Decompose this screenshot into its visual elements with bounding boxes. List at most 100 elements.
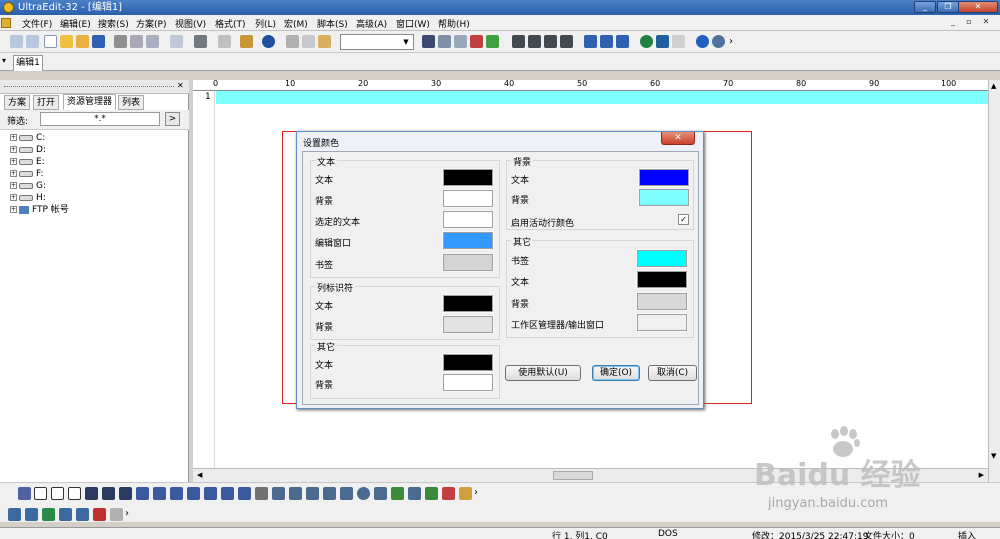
close-button[interactable]: ✕ — [958, 1, 998, 13]
right-text-swatch[interactable] — [636, 270, 688, 289]
tab-document-1[interactable]: 编辑1 — [13, 55, 43, 71]
page-setup-icon[interactable] — [146, 35, 159, 48]
mdi-restore-button[interactable]: ▫ — [962, 16, 976, 28]
tree-drive-f[interactable]: + F: — [10, 169, 44, 179]
menu-macro[interactable]: 宏(M) — [284, 17, 308, 30]
expand-icon[interactable]: + — [10, 134, 17, 141]
link-icon[interactable] — [425, 487, 438, 500]
save-icon[interactable] — [92, 35, 105, 48]
web-icon[interactable] — [640, 35, 653, 48]
selected-text-swatch[interactable] — [442, 210, 494, 229]
radio-icon[interactable] — [357, 487, 370, 500]
minimize-button[interactable]: _ — [914, 1, 936, 13]
ordered-list-icon[interactable] — [119, 487, 132, 500]
hr-icon[interactable] — [255, 487, 268, 500]
compare-icon[interactable] — [672, 35, 685, 48]
copy-icon[interactable] — [302, 35, 315, 48]
underline-icon[interactable] — [68, 487, 81, 500]
edit-window-swatch[interactable] — [442, 231, 494, 250]
macro-icon[interactable] — [93, 508, 106, 521]
list-icon[interactable] — [102, 487, 115, 500]
ftp-icon[interactable] — [656, 35, 669, 48]
anchor-icon[interactable] — [408, 487, 421, 500]
tree-drive-h[interactable]: + H: — [10, 193, 46, 203]
expand-icon[interactable]: + — [10, 206, 17, 213]
doc-icon[interactable] — [1, 18, 11, 28]
open-file-icon[interactable] — [60, 35, 73, 48]
heading5-icon[interactable] — [221, 487, 234, 500]
menu-help[interactable]: 帮助(H) — [438, 17, 470, 30]
other-text-swatch[interactable] — [442, 353, 494, 372]
expand-icon[interactable]: + — [10, 158, 17, 165]
split-icon[interactable] — [25, 508, 38, 521]
select-icon[interactable] — [374, 487, 387, 500]
function-list-icon[interactable] — [59, 508, 72, 521]
properties-icon[interactable] — [170, 35, 183, 48]
align-left-icon[interactable] — [512, 35, 525, 48]
tree-ftp-accounts[interactable]: + FTP 帐号 — [10, 205, 69, 215]
special-char-icon[interactable] — [459, 487, 472, 500]
justify-icon[interactable] — [560, 35, 573, 48]
bookmark-icon[interactable] — [240, 35, 253, 48]
workspace-icon[interactable] — [76, 508, 89, 521]
expand-icon[interactable]: + — [10, 146, 17, 153]
filter-apply-button[interactable]: > — [165, 112, 180, 126]
tab-list[interactable]: 列表 — [118, 95, 145, 110]
form-icon[interactable] — [289, 487, 302, 500]
workspace-output-swatch[interactable] — [636, 313, 688, 332]
tree-drive-c[interactable]: + C: — [10, 133, 45, 143]
print-icon[interactable] — [114, 35, 127, 48]
tree-drive-g[interactable]: + G: — [10, 181, 46, 191]
menu-search[interactable]: 搜索(S) — [98, 17, 129, 30]
tag-list-icon[interactable] — [110, 508, 123, 521]
menu-edit[interactable]: 编辑(E) — [60, 17, 91, 30]
heading3-icon[interactable] — [187, 487, 200, 500]
mdi-close-button[interactable]: ✕ — [979, 16, 993, 28]
clipboard-combo[interactable]: ▼ — [340, 34, 414, 50]
column-text-swatch[interactable] — [442, 294, 494, 313]
align-right-icon[interactable] — [544, 35, 557, 48]
pin-icon[interactable]: ▾ — [2, 56, 6, 65]
toolbar-overflow-icon[interactable]: › — [474, 487, 487, 500]
font-icon[interactable] — [136, 487, 149, 500]
scroll-thumb[interactable] — [553, 471, 593, 480]
find-icon[interactable] — [422, 35, 435, 48]
expand-icon[interactable]: + — [10, 182, 17, 189]
close-icon[interactable]: ✕ — [177, 81, 184, 90]
italic-icon[interactable] — [51, 487, 64, 500]
print-preview-icon[interactable] — [130, 35, 143, 48]
right-bookmark-swatch[interactable] — [636, 249, 688, 268]
color-icon[interactable] — [442, 487, 455, 500]
tree-drive-d[interactable]: + D: — [10, 145, 46, 155]
menu-format[interactable]: 格式(T) — [215, 17, 246, 30]
bold-icon[interactable] — [34, 487, 47, 500]
menu-file[interactable]: 文件(F) — [22, 17, 52, 30]
menu-script[interactable]: 脚本(S) — [317, 17, 348, 30]
tab-explorer[interactable]: 资源管理器 — [63, 94, 117, 110]
use-default-button[interactable]: 使用默认(U) — [505, 365, 581, 381]
menu-window[interactable]: 窗口(W) — [396, 17, 430, 30]
panel-grip[interactable] — [4, 86, 174, 88]
split-vertical-icon[interactable] — [600, 35, 613, 48]
toolbar-overflow-icon[interactable]: › — [125, 508, 138, 521]
find-next-icon[interactable] — [438, 35, 451, 48]
active-line[interactable] — [216, 91, 988, 104]
hex-icon[interactable] — [218, 35, 231, 48]
paste-icon[interactable] — [318, 35, 331, 48]
toolbar-overflow-icon[interactable]: › — [729, 35, 742, 48]
cancel-button[interactable]: 取消(C) — [648, 365, 697, 381]
align-center-icon[interactable] — [528, 35, 541, 48]
heading6-icon[interactable] — [238, 487, 251, 500]
menu-view[interactable]: 视图(V) — [175, 17, 206, 30]
browser-icon[interactable] — [262, 35, 275, 48]
heading1-icon[interactable] — [153, 487, 166, 500]
grid-icon[interactable] — [8, 508, 21, 521]
checkbox-icon[interactable] — [340, 487, 353, 500]
help-icon[interactable] — [696, 35, 709, 48]
find-in-files-icon[interactable] — [486, 35, 499, 48]
settings-icon[interactable] — [712, 35, 725, 48]
input-icon[interactable] — [323, 487, 336, 500]
text-color-swatch[interactable] — [442, 168, 494, 187]
scroll-up-icon[interactable]: ▲ — [991, 82, 996, 90]
table-icon[interactable] — [272, 487, 285, 500]
